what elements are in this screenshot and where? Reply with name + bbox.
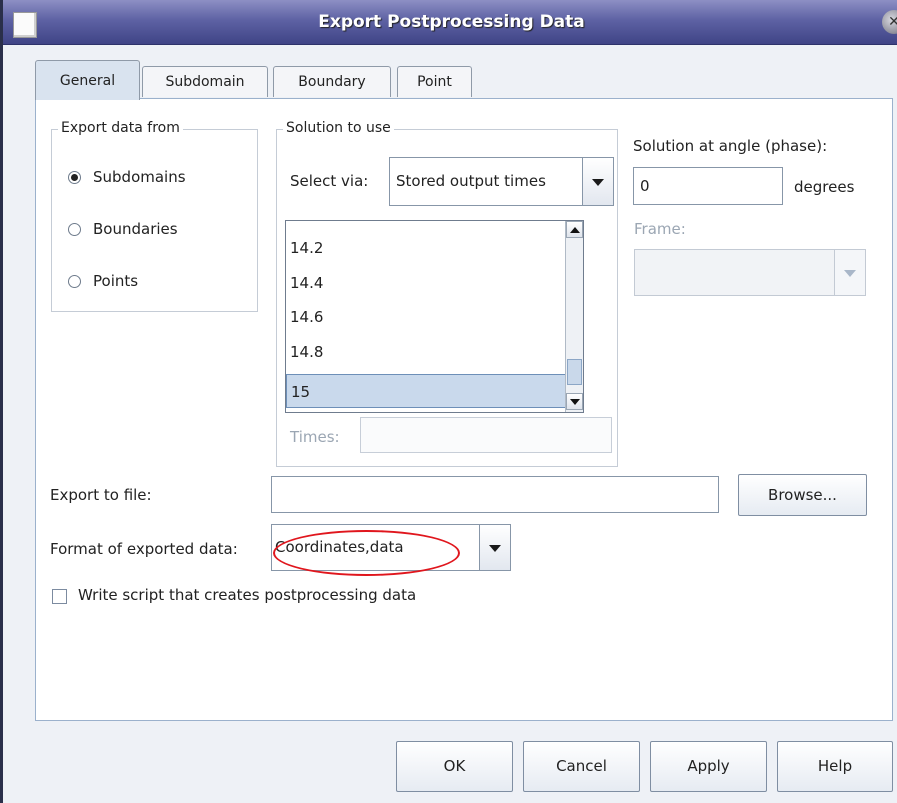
radio-button[interactable]: [68, 170, 81, 184]
red-highlight-ellipse: [273, 530, 460, 576]
list-scrollbar[interactable]: [565, 221, 583, 412]
chevron-down-icon[interactable]: [834, 250, 865, 295]
chevron-down-icon[interactable]: [479, 525, 510, 570]
export-postprocessing-dialog: Export Postprocessing Data ✕ General Sub…: [0, 0, 897, 803]
radio-button[interactable]: [68, 222, 81, 236]
scroll-up-icon[interactable]: [566, 221, 583, 238]
radio-subdomains-label: Subdomains: [93, 168, 186, 186]
general-panel: Export data from Subdomains Boundaries P…: [35, 98, 893, 721]
list-item[interactable]: 14.4: [286, 266, 566, 300]
chevron-down-icon[interactable]: [582, 158, 613, 205]
tab-subdomain[interactable]: Subdomain: [142, 66, 268, 97]
write-script-checkbox[interactable]: [52, 589, 67, 604]
list-item[interactable]: 14.2: [286, 231, 566, 265]
scroll-thumb[interactable]: [567, 359, 582, 385]
tab-general[interactable]: General: [35, 60, 140, 100]
export-data-from-group: Export data from Subdomains Boundaries P…: [51, 120, 258, 312]
radio-subdomains[interactable]: Subdomains: [68, 168, 186, 186]
browse-button[interactable]: Browse...: [738, 474, 867, 516]
export-file-label: Export to file:: [50, 486, 152, 504]
select-via-label: Select via:: [290, 172, 369, 190]
export-file-input[interactable]: [271, 476, 719, 513]
frame-label: Frame:: [634, 220, 686, 238]
window-title: Export Postprocessing Data: [318, 12, 585, 32]
times-input[interactable]: [360, 417, 612, 453]
format-label: Format of exported data:: [50, 540, 238, 558]
write-script-label: Write script that creates postprocessing…: [78, 586, 417, 604]
select-via-value: Stored output times: [396, 172, 546, 190]
select-via-dropdown[interactable]: Stored output times: [389, 157, 614, 206]
radio-points-label: Points: [93, 272, 139, 290]
times-listbox[interactable]: 14.2 14.4 14.6 14.8 15: [285, 220, 584, 413]
title-bar[interactable]: Export Postprocessing Data ✕: [3, 0, 897, 45]
list-item[interactable]: 14.8: [286, 335, 566, 369]
angle-input[interactable]: 0: [633, 167, 783, 205]
scroll-down-icon[interactable]: [566, 393, 583, 410]
export-data-from-title: Export data from: [58, 120, 183, 136]
degrees-unit-label: degrees: [794, 178, 855, 196]
radio-boundaries[interactable]: Boundaries: [68, 220, 178, 238]
ok-button[interactable]: OK: [396, 741, 513, 792]
solution-to-use-group: Solution to use Select via: Stored outpu…: [276, 120, 618, 467]
radio-points[interactable]: Points: [68, 272, 138, 290]
radio-boundaries-label: Boundaries: [93, 220, 178, 238]
solution-to-use-title: Solution to use: [283, 120, 394, 136]
angle-label: Solution at angle (phase):: [633, 137, 828, 155]
frame-dropdown[interactable]: [634, 249, 866, 296]
cancel-button[interactable]: Cancel: [523, 741, 640, 792]
tab-boundary[interactable]: Boundary: [273, 66, 391, 97]
apply-button[interactable]: Apply: [650, 741, 767, 792]
help-button[interactable]: Help: [777, 741, 893, 792]
radio-button[interactable]: [68, 274, 81, 288]
list-item[interactable]: 14.6: [286, 300, 566, 334]
tab-point[interactable]: Point: [397, 66, 472, 97]
list-item-selected[interactable]: 15: [286, 374, 566, 408]
times-label: Times:: [290, 428, 340, 446]
